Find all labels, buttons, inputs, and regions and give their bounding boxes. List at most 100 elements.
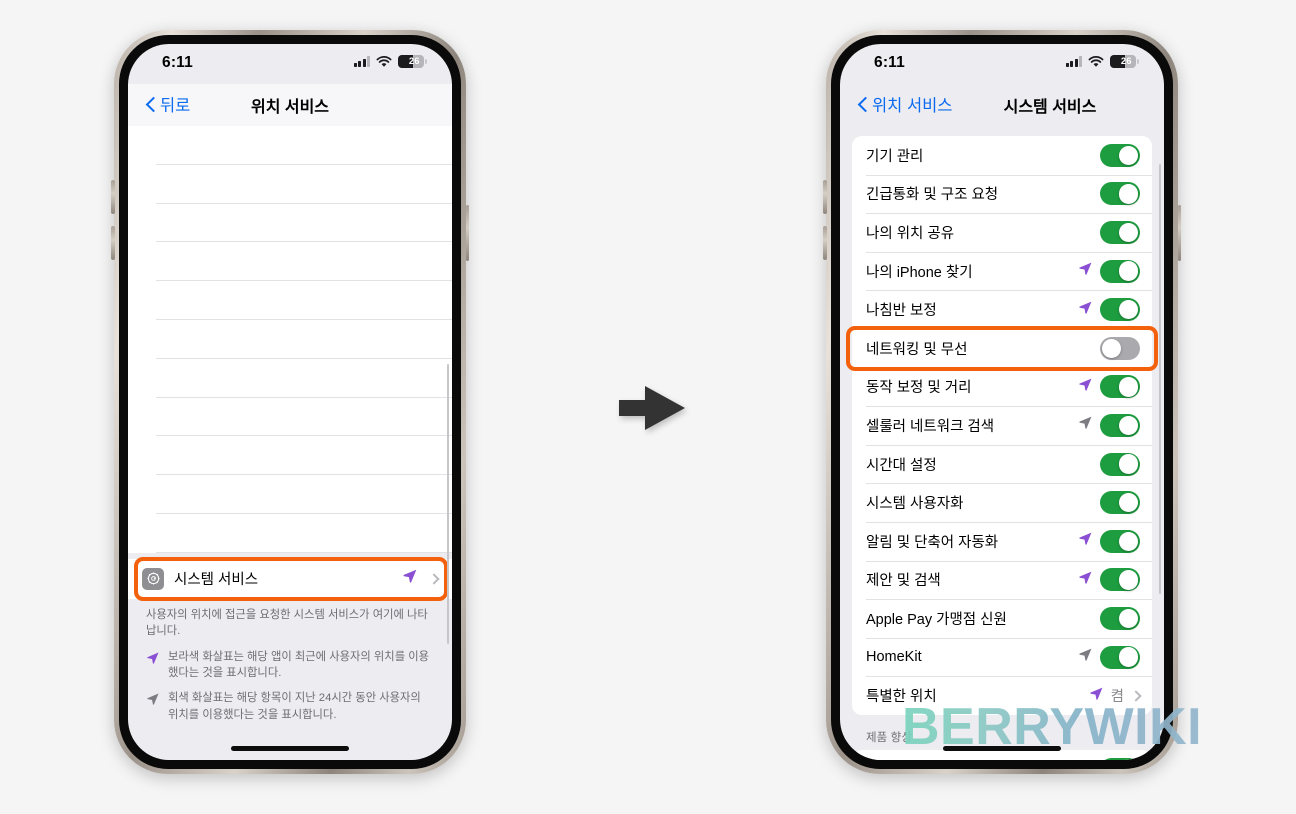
table-row[interactable]: 동작 보정 및 거리 — [852, 367, 1152, 407]
wifi-icon — [376, 55, 392, 68]
page-title: 위치 서비스 — [250, 99, 330, 116]
footnote-item-text: 회색 화살표는 해당 항목이 지난 24시간 동안 사용자의 위치를 이용했다는… — [168, 692, 421, 721]
row-toggle[interactable] — [1100, 757, 1140, 760]
location-arrow-purple-icon — [1078, 261, 1093, 281]
location-arrow-purple-icon — [1078, 531, 1093, 551]
status-bar-indicators: 26 — [353, 55, 427, 68]
location-arrow-gray-icon — [1078, 647, 1093, 667]
app-list-row[interactable] — [156, 204, 452, 243]
left-phone-power-button — [465, 205, 469, 261]
table-row[interactable]: 알림 및 단축어 자동화 — [852, 521, 1152, 561]
scroll-indicator[interactable] — [446, 364, 449, 644]
row-label: 셀룰러 네트워크 검색 — [866, 418, 995, 435]
row-toggle[interactable] — [1100, 606, 1140, 630]
table-row[interactable]: 제안 및 검색 — [852, 560, 1152, 600]
row-toggle[interactable] — [1100, 413, 1140, 437]
left-phone-volume-buttons — [111, 180, 115, 214]
system-services-row[interactable]: 시스템 서비스 — [128, 558, 452, 599]
app-list-row[interactable] — [156, 281, 452, 320]
app-list-row[interactable] — [156, 398, 452, 437]
system-services-section: 시스템 서비스 — [128, 556, 452, 601]
row-label: Apple Pay 가맹점 신원 — [866, 611, 1007, 628]
row-label: 알림 및 단축어 자동화 — [866, 534, 999, 551]
right-status-bar: 6:11 26 — [840, 44, 1164, 84]
table-row[interactable]: Apple Pay 가맹점 신원 — [852, 599, 1152, 638]
status-bar-time: 6:11 — [874, 54, 905, 71]
row-toggle[interactable] — [1100, 452, 1140, 476]
table-row[interactable]: 나의 위치 공유 — [852, 213, 1152, 252]
app-list-row[interactable] — [156, 475, 452, 514]
right-phone-power-button — [1177, 205, 1181, 261]
right-nav-bar: 위치 서비스 시스템 서비스 — [840, 84, 1164, 126]
row-toggle[interactable] — [1100, 182, 1140, 206]
home-indicator — [231, 746, 349, 751]
status-bar-indicators: 26 — [1065, 55, 1139, 68]
right-arrow-icon — [617, 383, 687, 438]
app-list-row[interactable] — [156, 359, 452, 398]
table-row[interactable]: 시간대 설정 — [852, 444, 1152, 484]
left-phone-screen: 6:11 26 뒤로 위치 서비스 시스템 서비스 사용자의 위치에 접근을 요… — [128, 44, 452, 760]
row-label: 제안 및 검색 — [866, 573, 941, 590]
row-toggle[interactable] — [1100, 568, 1140, 592]
row-toggle[interactable] — [1100, 298, 1140, 322]
row-toggle[interactable] — [1100, 259, 1140, 283]
row-label: 나의 위치 공유 — [866, 225, 955, 242]
row-toggle[interactable] — [1100, 529, 1140, 553]
location-arrow-purple-icon — [1078, 759, 1093, 760]
table-row[interactable]: 긴급통화 및 구조 요청 — [852, 174, 1152, 214]
location-arrow-gray-icon — [146, 690, 160, 723]
row-label: 나침반 보정 — [866, 303, 937, 320]
table-row[interactable]: 나의 iPhone 찾기 — [852, 251, 1152, 291]
row-label: 경로 찾기 및 교통량 — [866, 759, 1078, 760]
table-row[interactable]: 네트워킹 및 무선 — [852, 328, 1152, 368]
right-phone-screen: 6:11 26 위치 서비스 시스템 서비스 기기 관리 긴급통화 및 구조 요… — [840, 44, 1164, 760]
row-toggle[interactable] — [1100, 220, 1140, 244]
app-list-row[interactable] — [156, 514, 452, 553]
watermark: BERRYWIKI — [902, 698, 1203, 756]
table-row[interactable]: 나침반 보정 — [852, 290, 1152, 329]
table-row[interactable]: 시스템 사용자화 — [852, 483, 1152, 522]
location-arrow-purple-icon — [1078, 377, 1093, 397]
location-arrow-gray-icon — [1078, 415, 1093, 435]
app-list — [128, 126, 452, 553]
right-phone-bezel: 6:11 26 위치 서비스 시스템 서비스 기기 관리 긴급통화 및 구조 요… — [831, 35, 1173, 769]
left-phone-frame: 6:11 26 뒤로 위치 서비스 시스템 서비스 사용자의 위치에 접근을 요… — [111, 30, 469, 774]
footnote-item-text: 보라색 화살표는 해당 앱이 최근에 사용자의 위치를 이용했다는 것을 표시합… — [168, 650, 430, 679]
left-phone-bezel: 6:11 26 뒤로 위치 서비스 시스템 서비스 사용자의 위치에 접근을 요… — [119, 35, 461, 769]
row-toggle[interactable] — [1100, 375, 1140, 399]
battery-icon: 26 — [398, 55, 427, 68]
row-toggle[interactable] — [1100, 336, 1140, 360]
app-list-row[interactable] — [156, 320, 452, 359]
row-toggle[interactable] — [1100, 645, 1140, 669]
app-list-row[interactable] — [156, 126, 452, 165]
left-nav-bar: 뒤로 위치 서비스 — [128, 84, 452, 126]
row-toggle[interactable] — [1100, 143, 1140, 167]
left-phone-volume-down — [111, 226, 115, 260]
status-bar-time: 6:11 — [162, 54, 193, 71]
row-label: HomeKit — [866, 649, 922, 666]
footnote-item-gray: 회색 화살표는 해당 항목이 지난 24시간 동안 사용자의 위치를 이용했다는… — [146, 690, 434, 723]
cellular-bars-icon — [1065, 56, 1082, 67]
screenshot-canvas: 6:11 26 뒤로 위치 서비스 시스템 서비스 사용자의 위치에 접근을 요… — [0, 0, 1296, 814]
cellular-bars-icon — [353, 56, 370, 67]
row-toggle[interactable] — [1100, 491, 1140, 515]
system-services-gear-icon — [142, 567, 164, 590]
footnote-intro: 사용자의 위치에 접근을 요청한 시스템 서비스가 여기에 나타납니다. — [146, 608, 428, 638]
table-row[interactable]: 기기 관리 — [852, 136, 1152, 175]
table-row[interactable]: 셀룰러 네트워크 검색 — [852, 406, 1152, 445]
row-label: 나의 iPhone 찾기 — [866, 264, 973, 281]
chevron-right-icon — [428, 573, 440, 585]
battery-percent: 26 — [1120, 55, 1132, 67]
table-row[interactable]: HomeKit — [852, 637, 1152, 677]
row-label: 동작 보정 및 거리 — [866, 380, 972, 397]
app-list-row[interactable] — [156, 242, 452, 282]
wifi-icon — [1088, 55, 1104, 68]
page-title: 시스템 서비스 — [1003, 99, 1097, 116]
location-arrow-purple-icon — [1078, 570, 1093, 590]
scroll-indicator[interactable] — [1158, 164, 1161, 594]
app-list-row[interactable] — [156, 436, 452, 476]
app-list-row[interactable] — [156, 165, 452, 204]
row-label: 시스템 사용자화 — [866, 496, 964, 513]
location-arrow-purple-icon — [402, 568, 418, 589]
right-phone-frame: 6:11 26 위치 서비스 시스템 서비스 기기 관리 긴급통화 및 구조 요… — [823, 30, 1181, 774]
